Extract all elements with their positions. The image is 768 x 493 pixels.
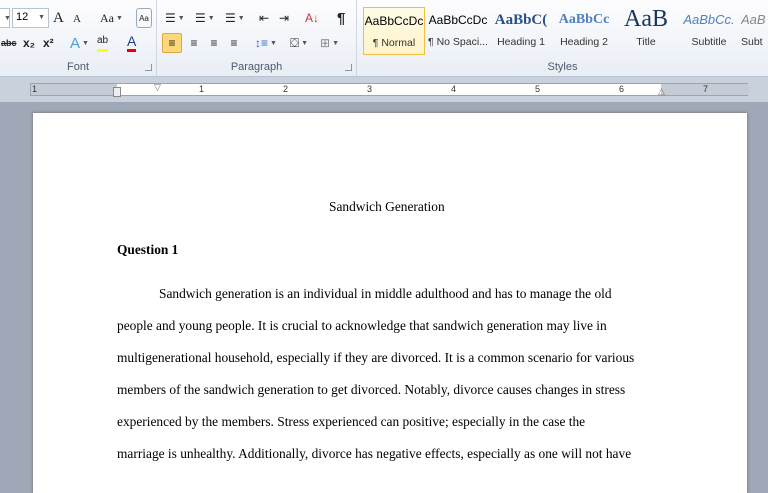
text-effects-button[interactable]: A ▼ xyxy=(70,33,89,53)
style-subtle[interactable]: AaB Subt xyxy=(741,7,768,55)
ribbon: ▼ 12 ▼ A A Aa ▼ Aa abc x₂ x² A ▼ ab A Font … xyxy=(0,0,768,77)
strikethrough-button[interactable]: abc xyxy=(1,33,17,53)
line-spacing-button[interactable]: ↕≡ ▼ xyxy=(255,33,277,53)
style-no-spacing[interactable]: AaBbCcDc ¶ No Spaci... xyxy=(427,7,489,55)
increase-indent-icon[interactable]: ⇥ xyxy=(279,8,289,28)
right-indent-marker[interactable]: △ xyxy=(658,86,665,97)
document-page[interactable]: Sandwich Generation Question 1 Sandwich … xyxy=(33,113,747,493)
paragraph-line: members of the sandwich generation to ge… xyxy=(117,382,626,397)
subscript-button[interactable]: x₂ xyxy=(23,33,35,53)
font-group-label: Font xyxy=(66,61,89,73)
sort-icon[interactable]: A↓ xyxy=(305,8,319,28)
show-formatting-button[interactable]: ¶ xyxy=(337,8,345,28)
left-margin-area xyxy=(31,84,117,95)
style-subtitle[interactable]: AaBbCc. Subtitle xyxy=(678,7,740,55)
align-right-button[interactable]: ≡ xyxy=(205,33,223,53)
style-title[interactable]: AaB Title xyxy=(615,7,677,55)
change-case-button[interactable]: Aa ▼ xyxy=(100,8,123,28)
borders-button[interactable]: ⊞ ▼ xyxy=(320,33,339,53)
highlight-button[interactable]: ab xyxy=(97,32,109,52)
font-name-dropdown[interactable]: ▼ xyxy=(0,8,11,28)
grow-font-button[interactable]: A xyxy=(53,8,64,28)
font-size-dropdown[interactable]: 12 ▼ xyxy=(12,8,49,28)
decrease-indent-icon[interactable]: ⇤ xyxy=(259,8,269,28)
styles-group-label: Styles xyxy=(547,61,578,73)
horizontal-ruler[interactable]: 1 1 2 3 4 5 6 7 ▽ △ xyxy=(30,82,749,97)
ruler-number: 4 xyxy=(451,84,457,94)
styles-group: AaBbCcDc ¶ Normal AaBbCcDc ¶ No Spaci... A… xyxy=(357,0,768,76)
ruler-number: 3 xyxy=(367,84,373,94)
font-dialog-launcher[interactable] xyxy=(145,64,152,71)
superscript-button[interactable]: x² xyxy=(43,33,54,53)
document-title: Sandwich Generation xyxy=(329,199,445,214)
font-color-button[interactable]: A xyxy=(127,32,137,52)
hanging-indent-marker[interactable] xyxy=(113,87,121,97)
paragraph-group: ☰ ▼ ☰ ▼ ☰ ▼ ⇤ ⇥ A↓ ¶ ≡ ≡ ≡ ≡ ↕≡ ▼ ⛋ ▼ ⊞ ▼ Para… xyxy=(157,0,357,76)
shrink-font-button[interactable]: A xyxy=(73,9,81,29)
paragraph-line: people and young people. It is crucial t… xyxy=(117,318,607,333)
paragraph-group-label: Paragraph xyxy=(230,61,283,73)
multilevel-list-button[interactable]: ☰ ▼ xyxy=(225,8,245,28)
ruler-number: 2 xyxy=(283,84,289,94)
style-normal[interactable]: AaBbCcDc ¶ Normal xyxy=(363,7,425,55)
clear-formatting-icon[interactable]: Aa xyxy=(136,8,152,28)
ruler-number: 7 xyxy=(703,84,709,94)
paragraph-line: marriage is unhealthy. Additionally, div… xyxy=(117,446,632,461)
style-heading-2[interactable]: AaBbCc Heading 2 xyxy=(553,7,615,55)
align-center-button[interactable]: ≡ xyxy=(185,33,203,53)
paragraph-line: experienced by the members. Stress exper… xyxy=(117,414,586,429)
ruler-number: 6 xyxy=(619,84,625,94)
justify-button[interactable]: ≡ xyxy=(225,33,243,53)
ruler-bar: 1 1 2 3 4 5 6 7 ▽ △ xyxy=(0,77,768,102)
ruler-number: 5 xyxy=(535,84,541,94)
align-left-button[interactable]: ≡ xyxy=(162,33,182,53)
ruler-number: 1 xyxy=(32,84,38,94)
numbering-button[interactable]: ☰ ▼ xyxy=(195,8,215,28)
font-group: ▼ 12 ▼ A A Aa ▼ Aa abc x₂ x² A ▼ ab A Font xyxy=(0,0,157,76)
paragraph-line: multigenerational household, especially … xyxy=(117,350,635,365)
bullets-button[interactable]: ☰ ▼ xyxy=(165,8,185,28)
question-heading: Question 1 xyxy=(117,242,179,257)
style-heading-1[interactable]: AaBbC(Heading 1 xyxy=(490,7,552,55)
paragraph-line: Sandwich generation is an individual in … xyxy=(159,286,612,301)
ruler-number: 1 xyxy=(199,84,205,94)
paragraph-dialog-launcher[interactable] xyxy=(345,64,352,71)
shading-button[interactable]: ⛋ ▼ xyxy=(290,33,308,53)
first-line-indent-marker[interactable]: ▽ xyxy=(154,82,161,93)
